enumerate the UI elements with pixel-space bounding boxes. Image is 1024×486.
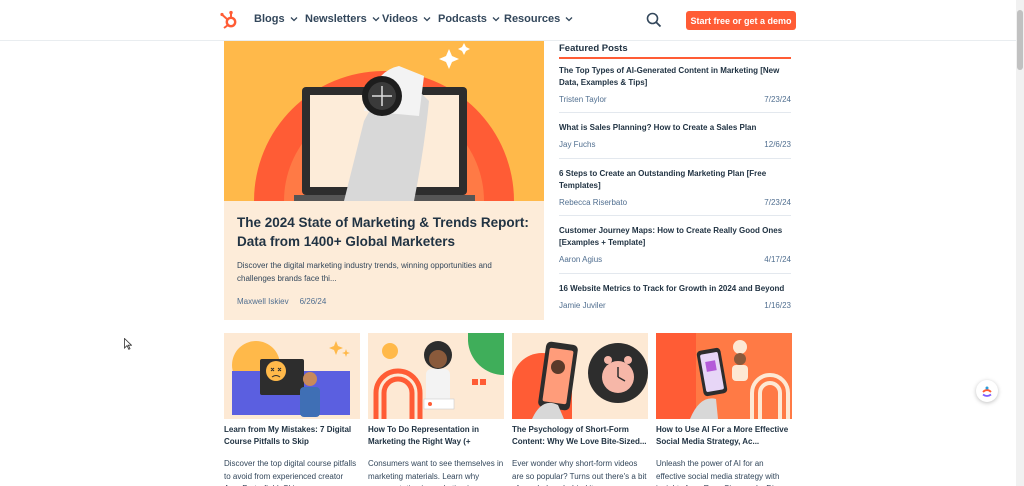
featured-post-date: 7/23/24	[764, 198, 791, 207]
chevron-down-icon	[372, 17, 380, 22]
featured-divider	[559, 57, 791, 59]
card-illustration	[656, 333, 792, 419]
featured-post[interactable]: What is Sales Planning? How to Create a …	[559, 122, 791, 159]
post-card-description: Consumers want to see themselves in mark…	[368, 459, 504, 486]
mouse-cursor-icon	[124, 338, 132, 350]
featured-posts-heading: Featured Posts	[559, 43, 628, 54]
hero-post-card[interactable]: The 2024 State of Marketing & Trends Rep…	[224, 41, 544, 320]
featured-post-author[interactable]: Rebecca Riserbato	[559, 198, 627, 207]
featured-post-meta: Rebecca Riserbato 7/23/24	[559, 198, 791, 207]
chat-widget-icon	[982, 386, 992, 397]
featured-post-title[interactable]: 6 Steps to Create an Outstanding Marketi…	[559, 168, 791, 192]
top-navigation: Blogs Newsletters Videos Podcasts Resour…	[0, 0, 1016, 41]
post-card[interactable]: The Psychology of Short-Form Content: Wh…	[512, 333, 648, 486]
card-illustration	[368, 333, 504, 419]
start-free-button[interactable]: Start free or get a demo	[686, 11, 796, 30]
post-card-title[interactable]: The Psychology of Short-Form Content: Wh…	[512, 424, 648, 448]
nav-item-blogs[interactable]: Blogs	[254, 13, 299, 25]
featured-post-title[interactable]: Customer Journey Maps: How to Create Rea…	[559, 225, 791, 249]
featured-post-author[interactable]: Jay Fuchs	[559, 140, 595, 149]
card-illustration	[512, 333, 648, 419]
featured-post-date: 4/17/24	[764, 255, 791, 264]
hero-illustration	[224, 41, 544, 201]
card-illustration	[224, 333, 360, 419]
post-card-title[interactable]: How To Do Representation in Marketing th…	[368, 424, 504, 448]
nav-item-label: Newsletters	[305, 13, 367, 25]
post-card-description: Unleash the power of AI for an effective…	[656, 459, 784, 486]
nav-item-podcasts[interactable]: Podcasts	[438, 13, 501, 25]
post-card-description: Ever wonder why short-form videos are so…	[512, 459, 647, 486]
post-card-description: Discover the top digital course pitfalls…	[224, 459, 357, 486]
hero-image	[224, 41, 544, 201]
featured-post-date: 7/23/24	[764, 95, 791, 104]
page-scrollbar[interactable]	[1016, 0, 1024, 486]
nav-item-label: Blogs	[254, 13, 285, 25]
nav-item-label: Podcasts	[438, 13, 487, 25]
post-card[interactable]: Learn from My Mistakes: 7 Digital Course…	[224, 333, 360, 486]
featured-post-title[interactable]: The Top Types of AI-Generated Content in…	[559, 65, 791, 89]
hero-post-meta: Maxwell Iskiev 6/26/24	[237, 297, 326, 306]
hero-post-author[interactable]: Maxwell Iskiev	[237, 297, 289, 306]
post-card-title[interactable]: Learn from My Mistakes: 7 Digital Course…	[224, 424, 360, 448]
nav-item-label: Videos	[382, 13, 418, 25]
post-card-image[interactable]	[368, 333, 504, 419]
featured-post-meta: Jamie Juviler 1/16/23	[559, 301, 791, 310]
nav-item-newsletters[interactable]: Newsletters	[305, 13, 381, 25]
featured-post-title[interactable]: What is Sales Planning? How to Create a …	[559, 122, 791, 134]
nav-item-resources[interactable]: Resources	[504, 13, 574, 25]
featured-post-date: 12/6/23	[764, 140, 791, 149]
featured-post-author[interactable]: Jamie Juviler	[559, 301, 606, 310]
hero-post-title[interactable]: The 2024 State of Marketing & Trends Rep…	[237, 213, 533, 251]
nav-item-label: Resources	[504, 13, 561, 25]
featured-post[interactable]: 16 Website Metrics to Track for Growth i…	[559, 283, 791, 317]
chat-widget-button[interactable]	[976, 380, 998, 402]
featured-post-meta: Aaron Agius 4/17/24	[559, 255, 791, 264]
featured-post[interactable]: The Top Types of AI-Generated Content in…	[559, 65, 791, 113]
nav-item-videos[interactable]: Videos	[382, 13, 432, 25]
post-card-image[interactable]	[512, 333, 648, 419]
featured-post-title[interactable]: 16 Website Metrics to Track for Growth i…	[559, 283, 791, 295]
featured-post-meta: Tristen Taylor 7/23/24	[559, 95, 791, 104]
chevron-down-icon	[290, 17, 298, 22]
post-card-image[interactable]	[656, 333, 792, 419]
featured-post-meta: Jay Fuchs 12/6/23	[559, 140, 791, 149]
featured-post-author[interactable]: Tristen Taylor	[559, 95, 607, 104]
hero-post-date: 6/26/24	[299, 297, 327, 306]
post-card-title[interactable]: How to Use AI For a More Effective Socia…	[656, 424, 792, 448]
scrollbar-thumb[interactable]	[1017, 10, 1023, 70]
featured-post[interactable]: Customer Journey Maps: How to Create Rea…	[559, 225, 791, 274]
post-card[interactable]: How To Do Representation in Marketing th…	[368, 333, 504, 486]
chevron-down-icon	[492, 17, 500, 22]
chevron-down-icon	[565, 17, 573, 22]
featured-post-date: 1/16/23	[764, 301, 791, 310]
post-card-image[interactable]	[224, 333, 360, 419]
search-icon[interactable]	[646, 12, 662, 28]
post-card[interactable]: How to Use AI For a More Effective Socia…	[656, 333, 792, 486]
featured-post-author[interactable]: Aaron Agius	[559, 255, 602, 264]
chevron-down-icon	[423, 17, 431, 22]
hero-post-description: Discover the digital marketing industry …	[237, 261, 492, 283]
hubspot-sprocket-icon[interactable]	[219, 10, 239, 30]
featured-post[interactable]: 6 Steps to Create an Outstanding Marketi…	[559, 168, 791, 216]
